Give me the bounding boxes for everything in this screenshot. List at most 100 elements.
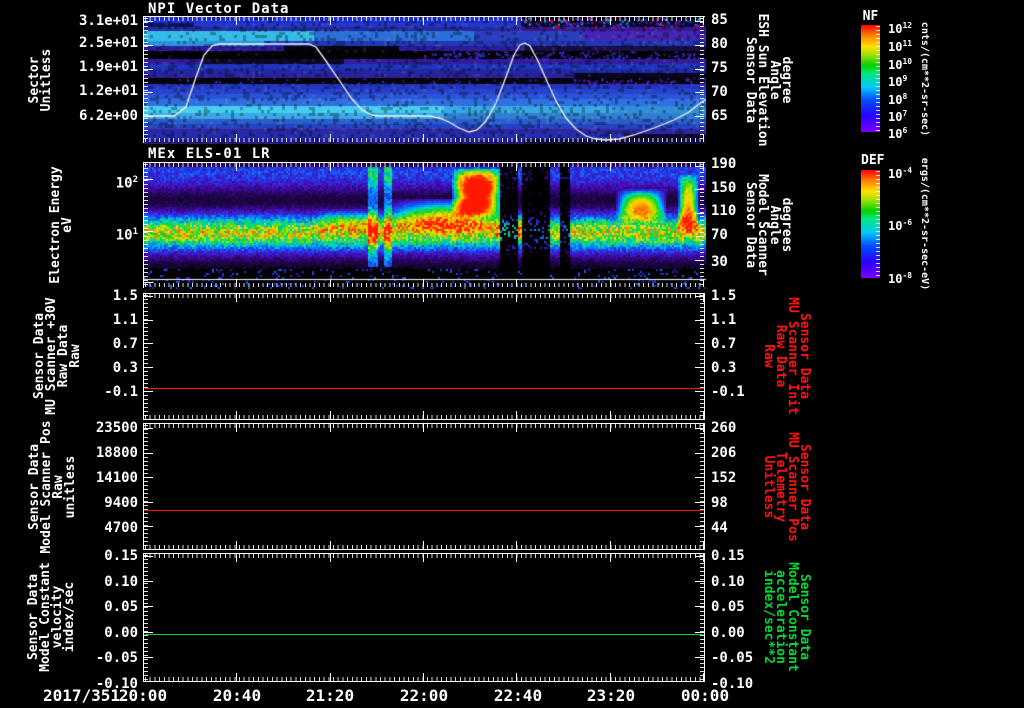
tick-exponent: 7	[902, 109, 908, 118]
y-tick-label: 80	[711, 36, 728, 52]
axis-major-tick	[423, 17, 424, 25]
scanner-pos-trace	[145, 510, 703, 511]
axis-major-tick	[329, 673, 331, 681]
axis-title-line: index/sec	[62, 581, 77, 653]
axis-major-tick	[144, 21, 153, 22]
y-tick-label: 0.10	[711, 574, 745, 590]
colorbar-tick-label: 10-4	[888, 164, 913, 181]
axis-major-tick	[143, 134, 144, 142]
axis-minor-ticks	[144, 425, 148, 548]
axis-major-tick	[703, 279, 704, 287]
y-tick-label: 70	[711, 227, 728, 243]
axis-major-tick	[423, 279, 424, 287]
axis-major-tick	[516, 279, 518, 287]
axis-major-tick	[609, 294, 611, 302]
axis-title-line: Unitless	[39, 48, 54, 112]
colorbar-ticks	[876, 171, 880, 277]
colorbar-tick-label: 108	[888, 90, 907, 107]
tick-mantissa: 10	[888, 93, 903, 107]
panel1-left-axis-title: Sector Unitless	[27, 48, 54, 112]
y-tick-label: 9400	[104, 495, 138, 511]
tick-mantissa: 10	[115, 227, 133, 244]
axis-major-tick	[695, 606, 704, 608]
axis-major-tick	[695, 555, 704, 557]
axis-major-tick	[236, 541, 238, 549]
panel4-left-axis-title: Sensor Data Model Scanner Pos Raw unitle…	[27, 420, 78, 553]
tick-exponent: 1	[132, 227, 138, 237]
def-colorbar-title: DEF	[861, 153, 885, 168]
x-tick-label: 21:20	[305, 686, 355, 705]
y-tick-label: 110	[711, 203, 737, 219]
axis-major-tick	[144, 179, 153, 181]
nf-colorbar-units: cnts/(cm**2-sr-sec)	[919, 21, 930, 137]
axis-major-tick	[516, 294, 518, 302]
axis-major-tick	[703, 134, 704, 142]
tick-mantissa: 10	[115, 175, 133, 192]
axis-major-tick	[516, 163, 518, 171]
axis-minor-ticks	[145, 294, 703, 298]
tick-exponent: 9	[902, 74, 908, 83]
axis-minor-ticks	[700, 425, 704, 548]
y-tick-label: 85	[711, 12, 728, 28]
axis-major-tick	[609, 424, 611, 432]
y-tick-label: 70	[711, 84, 728, 100]
axis-major-tick	[695, 259, 704, 261]
axis-major-tick	[144, 501, 153, 503]
y-tick-label: 1.5	[711, 288, 737, 304]
y-tick-label: 260	[711, 420, 737, 436]
nf-colorbar	[861, 25, 880, 132]
axis-major-tick	[144, 452, 153, 454]
panel2-right-axis-title: degrees Angle Model Scanner Sensor Data	[743, 174, 794, 276]
axis-major-tick	[143, 673, 144, 681]
tick-mantissa: 10	[888, 127, 903, 141]
axis-major-tick	[329, 134, 331, 142]
y-tick-label: 14100	[95, 470, 138, 486]
axis-major-tick	[143, 541, 144, 549]
axis-major-tick	[236, 424, 238, 432]
tick-exponent: -6	[902, 218, 913, 227]
tick-mantissa: 10	[888, 40, 903, 54]
colorbar-tick-label: 1010	[888, 55, 912, 72]
tick-exponent: 2	[132, 175, 138, 185]
tick-exponent: -4	[902, 166, 913, 175]
panel3-left-axis-title: Sensor Data MU Scanner +30V Raw Data Raw	[32, 297, 83, 414]
axis-title-line: Sensor Data	[743, 181, 758, 269]
y-tick-label: 6.2e+00	[78, 108, 138, 124]
science-plot-figure: NPI Vector Data MEx ELS-01 LR 3.1e+01 2.…	[0, 0, 1024, 708]
axis-major-tick	[516, 134, 518, 142]
axis-major-tick	[609, 279, 611, 287]
y-tick-label: 101	[116, 224, 138, 244]
axis-major-tick	[695, 21, 704, 22]
tick-exponent: -8	[902, 271, 913, 280]
axis-major-tick	[516, 541, 518, 549]
axis-major-tick	[695, 656, 704, 658]
y-tick-label: 98	[711, 495, 728, 511]
axis-major-tick	[144, 68, 153, 70]
y-tick-label: 0.05	[104, 599, 138, 615]
axis-minor-ticks	[145, 554, 703, 558]
axis-major-tick	[329, 163, 331, 171]
axis-major-tick	[144, 231, 153, 233]
axis-major-tick	[695, 366, 704, 368]
colorbar-tick-label: 109	[888, 72, 908, 89]
y-tick-label: 75	[711, 60, 728, 76]
axis-major-tick	[516, 17, 518, 25]
y-tick-label: -0.05	[95, 650, 138, 666]
axis-major-tick	[236, 17, 238, 25]
axis-major-tick	[695, 165, 704, 167]
y-tick-label: 0.00	[711, 625, 745, 641]
els-spectrogram-canvas	[144, 163, 706, 289]
axis-major-tick	[695, 116, 704, 117]
axis-major-tick	[695, 526, 704, 528]
axis-major-tick	[695, 427, 704, 429]
colorbar-ticks	[876, 26, 880, 131]
y-tick-label: 1.1	[112, 312, 138, 328]
y-tick-label: 102	[116, 172, 138, 192]
axis-major-tick	[695, 631, 704, 633]
axis-major-tick	[695, 68, 704, 70]
y-tick-label: 0.7	[112, 336, 138, 352]
axis-major-tick	[703, 163, 704, 171]
x-tick-label: 22:40	[493, 686, 543, 705]
axis-major-tick	[329, 294, 331, 302]
panel5-left-axis-title: Sensor Data Model Constant velocity inde…	[26, 562, 77, 672]
